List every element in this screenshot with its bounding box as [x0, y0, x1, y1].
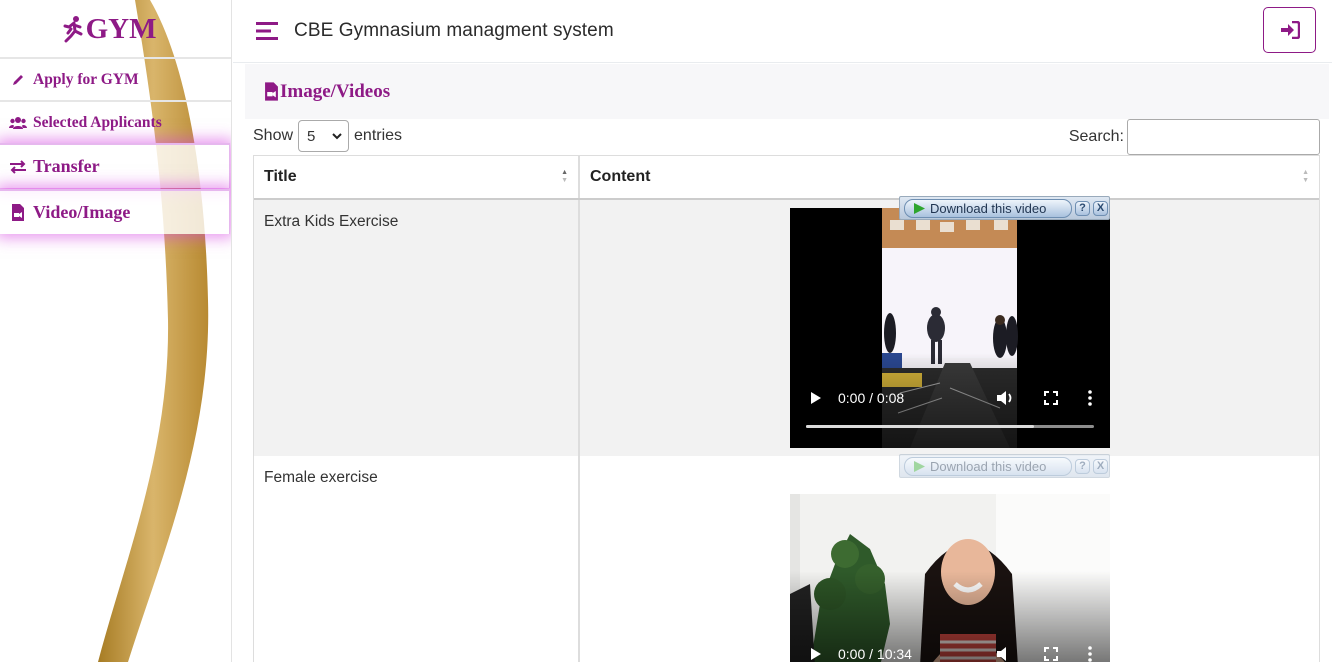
- download-video-button[interactable]: Download this video: [904, 456, 1072, 476]
- video-file-icon: [265, 82, 278, 101]
- running-person-icon: [63, 16, 83, 43]
- sign-in-icon: [1280, 21, 1300, 39]
- sidebar-item-label: Selected Applicants: [33, 113, 162, 131]
- video-player[interactable]: 0:00 / 0:08: [790, 208, 1110, 448]
- sort-icon: ▲ ▼: [1302, 169, 1309, 184]
- sidebar-item-transfer[interactable]: Transfer: [0, 143, 230, 188]
- more-options-icon[interactable]: [1088, 646, 1092, 662]
- table-row: Extra Kids Exercise 0:00 / 0:08 Download…: [254, 196, 1319, 456]
- video-time: 0:00 / 0:08: [838, 390, 905, 406]
- video-time: 0:00 / 10:34: [838, 646, 912, 662]
- download-video-label: Download this video: [930, 458, 1047, 474]
- help-button[interactable]: ?: [1075, 200, 1090, 216]
- more-options-icon[interactable]: [1088, 390, 1092, 406]
- sidebar-item-label: Transfer: [33, 156, 100, 176]
- column-header-content[interactable]: Content ▲ ▼: [580, 156, 1319, 198]
- row-title: Female exercise: [254, 456, 580, 662]
- video-file-icon: [9, 204, 27, 221]
- pencil-icon: [9, 73, 27, 87]
- help-button[interactable]: ?: [1075, 458, 1090, 474]
- sidebar-item-video-image[interactable]: Video/Image: [0, 189, 230, 234]
- sort-icon: ▲ ▼: [561, 169, 568, 184]
- transfer-arrows-icon: [9, 159, 27, 174]
- video-progress-fill: [806, 425, 1034, 428]
- brand-logo[interactable]: GYM: [0, 0, 231, 58]
- table-row: Female exercise 0:00 / 10:34 Download th…: [254, 454, 1319, 662]
- entries-length-control: Show 5 entries: [253, 120, 402, 152]
- column-header-title[interactable]: Title ▲ ▼: [254, 156, 580, 198]
- play-icon[interactable]: [810, 647, 822, 661]
- sidebar-item-apply-for-gym[interactable]: Apply for GYM: [0, 57, 231, 100]
- volume-icon[interactable]: [996, 646, 1014, 662]
- play-triangle-icon: [914, 460, 925, 472]
- entries-label: entries: [354, 127, 403, 144]
- login-button[interactable]: [1263, 7, 1316, 53]
- video-controls: 0:00 / 0:08: [790, 390, 1110, 406]
- play-triangle-icon: [914, 202, 925, 214]
- search-control: Search:: [1069, 119, 1320, 155]
- video-progress-bar[interactable]: [806, 425, 1094, 428]
- entries-select[interactable]: 5: [298, 120, 350, 152]
- show-label: Show: [253, 127, 294, 144]
- chevron-down-icon: [332, 132, 342, 139]
- fullscreen-icon[interactable]: [1044, 391, 1058, 405]
- close-button[interactable]: X: [1093, 200, 1108, 216]
- section-header: Image/Videos: [245, 64, 1329, 119]
- search-label: Search:: [1068, 128, 1124, 145]
- row-title: Extra Kids Exercise: [254, 200, 580, 456]
- download-video-label: Download this video: [930, 200, 1047, 216]
- sidebar-item-selected-applicants[interactable]: Selected Applicants: [0, 100, 231, 143]
- brand-name: GYM: [85, 12, 157, 45]
- fullscreen-icon[interactable]: [1044, 647, 1058, 661]
- users-icon: [9, 116, 27, 130]
- sidebar-item-label: Video/Image: [33, 202, 131, 222]
- entries-select-value: 5: [307, 127, 316, 145]
- download-bar: Download this video ? X: [899, 196, 1110, 220]
- column-header-label: Content: [590, 168, 651, 185]
- volume-icon[interactable]: [996, 390, 1014, 406]
- sidebar: GYM Apply for GYM Selected Applicants Tr…: [0, 0, 232, 662]
- sidebar-nav: Apply for GYM Selected Applicants Transf…: [0, 57, 231, 235]
- table-header: Title ▲ ▼ Content ▲ ▼: [254, 155, 1319, 200]
- download-video-button[interactable]: Download this video: [904, 198, 1072, 218]
- media-table: Title ▲ ▼ Content ▲ ▼ Extra Kids Exercise: [253, 155, 1320, 662]
- search-input[interactable]: [1127, 119, 1320, 155]
- play-icon[interactable]: [810, 391, 822, 405]
- section-title: Image/Videos: [280, 80, 391, 102]
- close-button[interactable]: X: [1093, 458, 1108, 474]
- column-header-label: Title: [264, 168, 297, 185]
- video-controls: 0:00 / 10:34: [790, 646, 1110, 662]
- sidebar-item-label: Apply for GYM: [33, 70, 139, 88]
- video-player[interactable]: 0:00 / 10:34: [790, 494, 1110, 662]
- app-title: CBE Gymnasium managment system: [294, 20, 614, 41]
- top-header: CBE Gymnasium managment system: [233, 0, 1332, 63]
- hamburger-icon[interactable]: [256, 20, 278, 42]
- download-bar: Download this video ? X: [899, 454, 1110, 478]
